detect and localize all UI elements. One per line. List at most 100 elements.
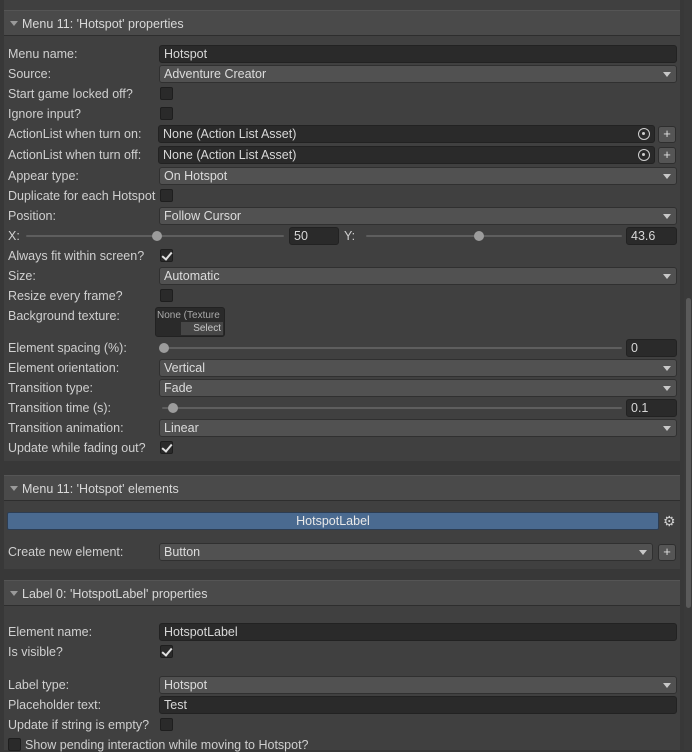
dropdown-caret-icon (663, 274, 671, 279)
source-value: Adventure Creator (164, 67, 267, 81)
y-slider-track[interactable] (366, 235, 622, 237)
actionlist-on-field[interactable]: None (Action List Asset) (158, 125, 655, 143)
transition-type-value: Fade (164, 381, 193, 395)
menu-elements-header[interactable]: Menu 11: 'Hotspot' elements (4, 475, 680, 501)
label-type-dropdown[interactable]: Hotspot (159, 676, 677, 694)
appear-type-label: Appear type: (8, 169, 79, 183)
checkmark-icon (161, 645, 173, 657)
transition-animation-dropdown[interactable]: Linear (159, 419, 677, 437)
transition-time-label: Transition time (s): (8, 401, 112, 415)
background-texture-select-button[interactable]: Select (181, 322, 223, 335)
x-slider-knob[interactable] (152, 231, 162, 241)
start-locked-checkbox[interactable] (160, 87, 173, 100)
actionlist-on-add-button[interactable]: + (658, 126, 676, 143)
appear-type-value: On Hotspot (164, 169, 228, 183)
menu-properties-header[interactable]: Menu 11: 'Hotspot' properties (4, 10, 680, 36)
transition-time-value-field[interactable]: 0.1 (626, 399, 677, 417)
element-name-label: Element name: (8, 625, 93, 639)
transition-animation-label: Transition animation: (8, 421, 124, 435)
transition-type-dropdown[interactable]: Fade (159, 379, 677, 397)
spacing-slider-track[interactable] (162, 347, 622, 349)
position-value: Follow Cursor (164, 209, 242, 223)
label-properties-header[interactable]: Label 0: 'HotspotLabel' properties (4, 580, 680, 606)
update-empty-label: Update if string is empty? (8, 718, 150, 732)
menu-name-label: Menu name: (8, 47, 78, 61)
create-element-dropdown[interactable]: Button (159, 543, 653, 561)
gear-icon[interactable]: ⚙ (663, 514, 677, 528)
previous-panel (4, 0, 680, 10)
duplicate-label: Duplicate for each Hotspot (8, 189, 156, 203)
y-slider-knob[interactable] (474, 231, 484, 241)
placeholder-text-field[interactable]: Test (159, 696, 677, 714)
dropdown-caret-icon (663, 426, 671, 431)
background-texture-label: Background texture: (8, 309, 120, 323)
element-orientation-label: Element orientation: (8, 361, 120, 375)
y-value-field[interactable]: 43.6 (626, 227, 677, 245)
object-picker-icon[interactable] (638, 128, 650, 140)
background-texture-none: None (Texture (157, 310, 220, 321)
element-list-item-hotspotlabel[interactable]: HotspotLabel (7, 512, 659, 530)
object-picker-icon[interactable] (638, 149, 650, 161)
scrollbar-thumb[interactable] (686, 298, 691, 608)
create-element-add-button[interactable]: + (658, 544, 676, 561)
position-dropdown[interactable]: Follow Cursor (159, 207, 677, 225)
actionlist-on-value: None (Action List Asset) (163, 127, 297, 141)
checkmark-icon (161, 249, 173, 261)
always-fit-label: Always fit within screen? (8, 249, 145, 263)
dropdown-caret-icon (663, 366, 671, 371)
source-label: Source: (8, 67, 52, 81)
resize-checkbox[interactable] (160, 289, 173, 302)
actionlist-off-label: ActionList when turn off: (8, 148, 142, 162)
x-value-field[interactable]: 50 (289, 227, 339, 245)
dropdown-caret-icon (663, 214, 671, 219)
resize-label: Resize every frame? (8, 289, 123, 303)
is-visible-label: Is visible? (8, 645, 63, 659)
show-pending-checkbox[interactable] (8, 738, 21, 751)
y-label: Y: (344, 229, 356, 243)
actionlist-off-value: None (Action List Asset) (163, 148, 297, 162)
duplicate-checkbox[interactable] (160, 189, 173, 202)
transition-time-slider-track[interactable] (162, 407, 622, 409)
collapse-triangle-icon[interactable] (10, 486, 18, 491)
vertical-scrollbar[interactable] (684, 0, 692, 750)
dropdown-caret-icon (663, 72, 671, 77)
checkmark-icon (161, 441, 173, 453)
dropdown-caret-icon (639, 550, 647, 555)
appear-type-dropdown[interactable]: On Hotspot (159, 167, 677, 185)
transition-time-slider-knob[interactable] (168, 403, 178, 413)
actionlist-off-add-button[interactable]: + (658, 147, 676, 164)
transition-type-label: Transition type: (8, 381, 93, 395)
placeholder-text-label: Placeholder text: (8, 698, 102, 712)
collapse-triangle-icon[interactable] (10, 21, 18, 26)
always-fit-checkbox[interactable] (160, 249, 173, 262)
size-dropdown[interactable]: Automatic (159, 267, 677, 285)
dropdown-caret-icon (663, 683, 671, 688)
element-spacing-label: Element spacing (%): (8, 341, 127, 355)
actionlist-on-label: ActionList when turn on: (8, 127, 142, 141)
label-type-label: Label type: (8, 678, 70, 692)
collapse-triangle-icon[interactable] (10, 591, 18, 596)
ignore-input-checkbox[interactable] (160, 107, 173, 120)
menu-properties-title: Menu 11: 'Hotspot' properties (22, 17, 184, 31)
source-dropdown[interactable]: Adventure Creator (159, 65, 677, 83)
menu-name-field[interactable]: Hotspot (159, 45, 677, 63)
size-value: Automatic (164, 269, 220, 283)
position-label: Position: (8, 209, 56, 223)
create-element-label: Create new element: (8, 545, 124, 559)
update-empty-checkbox[interactable] (160, 718, 173, 731)
orientation-value: Vertical (164, 361, 205, 375)
start-locked-label: Start game locked off? (8, 87, 133, 101)
background-texture-field[interactable]: None (Texture Select (155, 307, 225, 337)
orientation-dropdown[interactable]: Vertical (159, 359, 677, 377)
actionlist-off-field[interactable]: None (Action List Asset) (158, 146, 655, 164)
transition-animation-value: Linear (164, 421, 199, 435)
spacing-slider-knob[interactable] (159, 343, 169, 353)
label-properties-title: Label 0: 'HotspotLabel' properties (22, 587, 208, 601)
update-fading-checkbox[interactable] (160, 441, 173, 454)
element-name-field[interactable]: HotspotLabel (159, 623, 677, 641)
is-visible-checkbox[interactable] (160, 645, 173, 658)
dropdown-caret-icon (663, 386, 671, 391)
x-label: X: (8, 229, 20, 243)
spacing-value-field[interactable]: 0 (626, 339, 677, 357)
size-label: Size: (8, 269, 36, 283)
